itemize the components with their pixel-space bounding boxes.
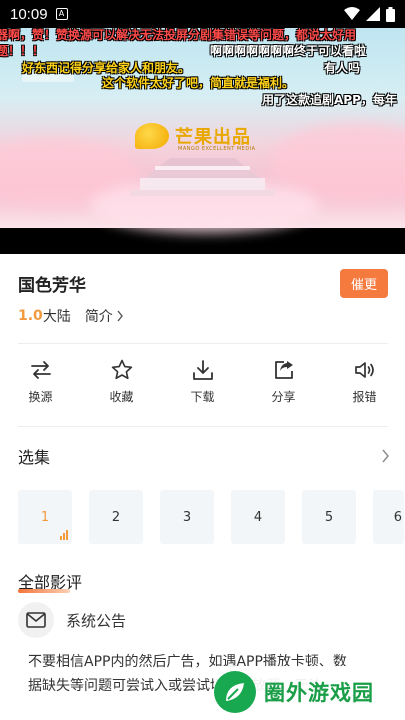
share-button[interactable]: 分享 bbox=[243, 358, 324, 410]
share-label: 分享 bbox=[271, 390, 296, 404]
episodes-title: 选集 bbox=[18, 448, 51, 467]
a-app-icon: A bbox=[55, 8, 68, 20]
status-icons bbox=[344, 6, 395, 22]
drama-header: 国色芳华 催更 bbox=[18, 268, 388, 298]
report-error-button[interactable]: 报错 bbox=[324, 358, 405, 410]
system-notice-header: 系统公告 bbox=[18, 602, 126, 638]
status-bar: 10:09 A bbox=[0, 0, 405, 28]
episode-number: 5 bbox=[324, 509, 334, 525]
signal-icon bbox=[366, 7, 380, 21]
danmaku-5: 有人吗 bbox=[324, 61, 361, 75]
logo-subtext: MANGO EXCELLENT MEDIA bbox=[178, 146, 256, 152]
report-error-label: 报错 bbox=[352, 390, 377, 404]
urge-update-button[interactable]: 催更 bbox=[339, 268, 388, 298]
switch-source-icon bbox=[30, 361, 51, 379]
palace-illustration bbox=[130, 158, 275, 196]
drama-title: 国色芳华 bbox=[18, 275, 86, 296]
divider bbox=[18, 343, 388, 344]
danmaku-3: 啊啊啊啊啊啊啊终于可以看啦 bbox=[210, 44, 367, 58]
share-icon bbox=[274, 361, 293, 379]
leaf-logo-icon bbox=[214, 671, 256, 713]
download-icon bbox=[192, 360, 213, 380]
divider bbox=[18, 426, 388, 427]
switch-source-button[interactable]: 换源 bbox=[0, 358, 81, 410]
switch-source-label: 换源 bbox=[28, 390, 53, 404]
intro-label: 简介 bbox=[84, 309, 113, 325]
favorite-button[interactable]: 收藏 bbox=[81, 358, 162, 410]
status-time: 10:09 bbox=[10, 5, 48, 23]
drama-meta: 1.0 大陆 简介 bbox=[18, 306, 124, 326]
episode-number: 1 bbox=[40, 509, 50, 525]
notice-author: 系统公告 bbox=[66, 611, 127, 630]
mango-logo-icon bbox=[135, 123, 169, 149]
chevron-right-icon bbox=[117, 310, 123, 322]
episode-list: 1 2 3 4 5 6 bbox=[18, 490, 404, 544]
danmaku-1: 器啊，赞！赞换源可以解决无法投屏分剧集错误等问题，都说太好用 bbox=[0, 28, 357, 42]
danmaku-6: 这个软件太好了吧，简直就是福利。 bbox=[102, 76, 295, 90]
episode-number: 4 bbox=[253, 509, 263, 525]
episode-number: 6 bbox=[393, 509, 402, 525]
favorite-label: 收藏 bbox=[109, 390, 134, 404]
episode-item-4[interactable]: 4 bbox=[231, 490, 285, 544]
episode-item-3[interactable]: 3 bbox=[160, 490, 214, 544]
danmaku-7: 用了这款追剧APP，每年 bbox=[262, 93, 397, 107]
episode-item-5[interactable]: 5 bbox=[302, 490, 356, 544]
episode-item-1[interactable]: 1 bbox=[18, 490, 72, 544]
comments-title-underline bbox=[18, 589, 70, 593]
download-label: 下载 bbox=[190, 390, 215, 404]
chevron-right-icon bbox=[382, 449, 389, 463]
region-label: 大陆 bbox=[42, 309, 71, 325]
intro-link[interactable]: 简介 bbox=[85, 306, 124, 326]
action-bar: 换源 收藏 下载 分享 报错 bbox=[0, 358, 405, 410]
episode-item-6[interactable]: 6 bbox=[373, 490, 404, 544]
episodes-header[interactable]: 选集 bbox=[18, 444, 390, 468]
download-button[interactable]: 下载 bbox=[162, 358, 243, 410]
episode-number: 3 bbox=[182, 509, 192, 525]
wifi-icon bbox=[344, 7, 360, 20]
star-icon bbox=[111, 359, 132, 380]
danmaku-2: 题！！！ bbox=[0, 44, 45, 58]
playing-indicator-icon bbox=[60, 530, 68, 540]
battery-icon bbox=[386, 6, 395, 22]
episode-number: 2 bbox=[111, 509, 121, 525]
site-name: 圈外游戏园 bbox=[264, 681, 374, 705]
site-watermark: 圈外游戏园 bbox=[214, 666, 405, 718]
episode-item-2[interactable]: 2 bbox=[89, 490, 143, 544]
rating-score: 1.0 bbox=[18, 308, 43, 324]
mail-icon bbox=[18, 602, 54, 638]
video-player[interactable]: 芒果出品 MANGO EXCELLENT MEDIA 器啊，赞！赞换源可以解决无… bbox=[0, 28, 405, 254]
speaker-icon bbox=[354, 362, 374, 378]
